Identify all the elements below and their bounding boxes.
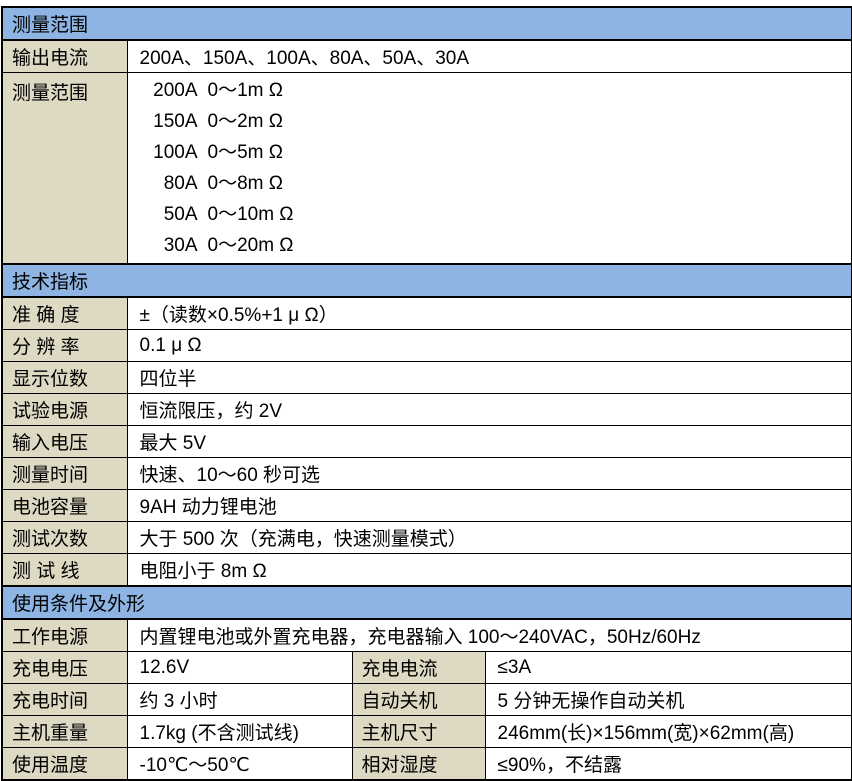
range-value: 0～2m Ω	[208, 111, 283, 132]
label-unit-weight: 主机重量	[2, 716, 127, 748]
row-temp-humidity: 使用温度 -10℃～50℃ 相对湿度 ≤90%，不结露	[2, 748, 852, 781]
range-current: 30A	[140, 230, 198, 261]
label-measure-time: 测量时间	[2, 458, 127, 490]
range-line: 80A 0～8m Ω	[140, 168, 846, 199]
range-value: 0～5m Ω	[208, 142, 283, 163]
range-line: 30A 0～20m Ω	[140, 230, 846, 261]
spec-table: 测量范围 输出电流 200A、150A、100A、80A、50A、30A 测量范…	[1, 6, 852, 781]
section-header-measure-range: 测量范围	[2, 7, 852, 40]
label-charge-current: 充电电流	[352, 652, 485, 684]
row-accuracy: 准 确 度 ±（读数×0.5%+1 μ Ω）	[2, 297, 852, 330]
value-test-power: 恒流限压，约 2V	[127, 394, 852, 426]
row-working-power: 工作电源 内置锂电池或外置充电器，充电器输入 100～240VAC，50Hz/6…	[2, 619, 852, 652]
value-test-leads: 电阻小于 8m Ω	[127, 554, 852, 587]
range-value: 0～1m Ω	[208, 80, 283, 101]
label-unit-size: 主机尺寸	[352, 716, 485, 748]
label-relative-humidity: 相对湿度	[352, 748, 485, 781]
value-auto-shutdown: 5 分钟无操作自动关机	[485, 684, 852, 716]
row-measure-time: 测量时间 快速、10～60 秒可选	[2, 458, 852, 490]
row-battery-capacity: 电池容量 9AH 动力锂电池	[2, 490, 852, 522]
value-charge-time: 约 3 小时	[127, 684, 352, 716]
label-input-voltage: 输入电压	[2, 426, 127, 458]
label-working-power: 工作电源	[2, 619, 127, 652]
label-test-power: 试验电源	[2, 394, 127, 426]
range-line: 150A 0～2m Ω	[140, 106, 846, 137]
label-charge-time: 充电时间	[2, 684, 127, 716]
value-test-count: 大于 500 次（充满电，快速测量模式）	[127, 522, 852, 554]
value-unit-size: 246mm(长)×156mm(宽)×62mm(高)	[485, 716, 852, 748]
range-line: 200A 0～1m Ω	[140, 75, 846, 106]
label-measure-range: 测量范围	[2, 73, 127, 265]
section-row-measure-range: 测量范围	[2, 7, 852, 40]
row-resolution: 分 辨 率 0.1 μ Ω	[2, 330, 852, 362]
value-measure-range: 200A 0～1m Ω 150A 0～2m Ω 100A 0～5m Ω 80A 0～8m…	[127, 73, 852, 265]
value-display-digits: 四位半	[127, 362, 852, 394]
section-header-usage-conditions: 使用条件及外形	[2, 586, 852, 619]
range-value: 0～10m Ω	[208, 204, 294, 225]
label-resolution: 分 辨 率	[2, 330, 127, 362]
row-test-count: 测试次数 大于 500 次（充满电，快速测量模式）	[2, 522, 852, 554]
label-test-leads: 测 试 线	[2, 554, 127, 587]
range-value: 0～8m Ω	[208, 173, 283, 194]
value-accuracy: ±（读数×0.5%+1 μ Ω）	[127, 297, 852, 330]
section-row-tech-specs: 技术指标	[2, 264, 852, 297]
row-test-leads: 测 试 线 电阻小于 8m Ω	[2, 554, 852, 587]
value-unit-weight: 1.7kg (不含测试线)	[127, 716, 352, 748]
label-operating-temp: 使用温度	[2, 748, 127, 781]
value-charge-current: ≤3A	[485, 652, 852, 684]
label-output-current: 输出电流	[2, 40, 127, 73]
row-display-digits: 显示位数 四位半	[2, 362, 852, 394]
row-charge-time-autooff: 充电时间 约 3 小时 自动关机 5 分钟无操作自动关机	[2, 684, 852, 716]
value-relative-humidity: ≤90%，不结露	[485, 748, 852, 781]
row-input-voltage: 输入电压 最大 5V	[2, 426, 852, 458]
row-output-current: 输出电流 200A、150A、100A、80A、50A、30A	[2, 40, 852, 73]
row-weight-size: 主机重量 1.7kg (不含测试线) 主机尺寸 246mm(长)×156mm(宽…	[2, 716, 852, 748]
label-accuracy: 准 确 度	[2, 297, 127, 330]
range-current: 80A	[140, 168, 198, 199]
value-input-voltage: 最大 5V	[127, 426, 852, 458]
value-output-current: 200A、150A、100A、80A、50A、30A	[127, 40, 852, 73]
value-battery-capacity: 9AH 动力锂电池	[127, 490, 852, 522]
row-measure-range-detail: 测量范围 200A 0～1m Ω 150A 0～2m Ω 100A 0～5m Ω 80…	[2, 73, 852, 265]
label-display-digits: 显示位数	[2, 362, 127, 394]
row-charge-voltage-current: 充电电压 12.6V 充电电流 ≤3A	[2, 652, 852, 684]
label-test-count: 测试次数	[2, 522, 127, 554]
section-row-usage-conditions: 使用条件及外形	[2, 586, 852, 619]
range-value: 0～20m Ω	[208, 235, 294, 256]
value-measure-time: 快速、10～60 秒可选	[127, 458, 852, 490]
value-charge-voltage: 12.6V	[127, 652, 352, 684]
row-test-power: 试验电源 恒流限压，约 2V	[2, 394, 852, 426]
range-line: 50A 0～10m Ω	[140, 199, 846, 230]
range-current: 200A	[140, 75, 198, 106]
value-resolution: 0.1 μ Ω	[127, 330, 852, 362]
range-current: 100A	[140, 137, 198, 168]
section-header-tech-specs: 技术指标	[2, 264, 852, 297]
value-operating-temp: -10℃～50℃	[127, 748, 352, 781]
label-auto-shutdown: 自动关机	[352, 684, 485, 716]
range-current: 50A	[140, 199, 198, 230]
label-charge-voltage: 充电电压	[2, 652, 127, 684]
value-working-power: 内置锂电池或外置充电器，充电器输入 100～240VAC，50Hz/60Hz	[127, 619, 852, 652]
label-battery-capacity: 电池容量	[2, 490, 127, 522]
range-current: 150A	[140, 106, 198, 137]
range-line: 100A 0～5m Ω	[140, 137, 846, 168]
